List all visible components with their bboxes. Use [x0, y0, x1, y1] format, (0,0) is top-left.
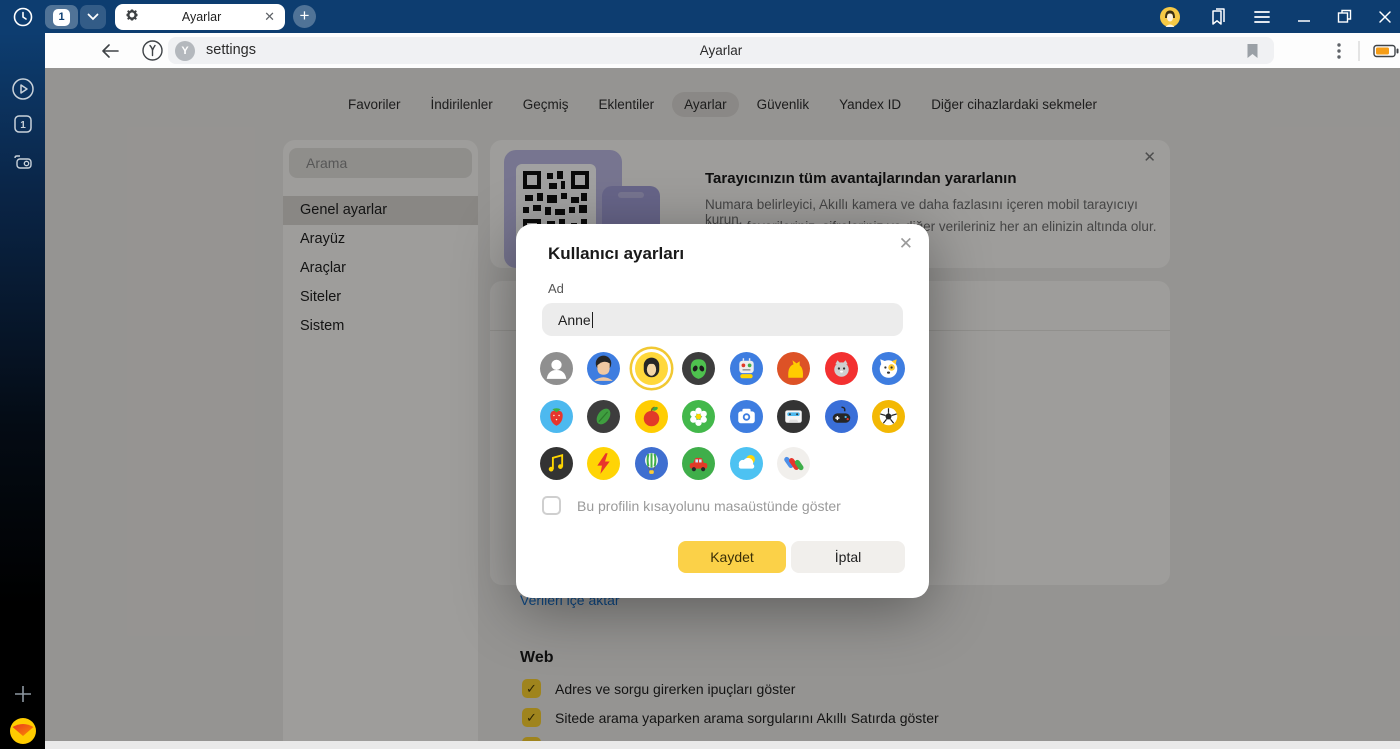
bookmarks-icon[interactable] — [1207, 7, 1227, 27]
avatar-empty-slot — [872, 447, 905, 480]
browser-tab-ayarlar[interactable]: Ayarlar ✕ — [115, 4, 285, 30]
avatar-weather-icon[interactable] — [730, 447, 763, 480]
avatar-man-icon[interactable] — [587, 352, 620, 385]
shortcut-checkbox[interactable] — [542, 496, 561, 515]
new-tab-button[interactable]: + — [293, 5, 316, 28]
tab-group-chevron[interactable] — [80, 5, 106, 29]
profile-avatar[interactable] — [1159, 6, 1181, 28]
avatar-strawberry-icon[interactable] — [540, 400, 573, 433]
yandex-browser-logo[interactable] — [0, 717, 45, 745]
restore-button[interactable] — [1337, 9, 1352, 24]
bookmark-flag-icon[interactable] — [1242, 37, 1262, 64]
video-play-icon[interactable] — [0, 77, 45, 101]
toolbar-divider — [1358, 33, 1360, 68]
avatar-cat-red-icon[interactable] — [825, 352, 858, 385]
svg-text:1: 1 — [20, 120, 26, 131]
save-button[interactable]: Kaydet — [678, 541, 786, 573]
tab-count-badge: 1 — [53, 9, 70, 26]
tab-group-control[interactable]: 1 — [45, 5, 106, 29]
desktop-shortcut-option[interactable]: Bu profilin kısayolunu masaüstünde göste… — [542, 496, 841, 515]
avatar-empty-slot — [825, 447, 858, 480]
avatar-car-icon[interactable] — [682, 447, 715, 480]
avatar-camera-icon[interactable] — [730, 400, 763, 433]
avatar-gamepad-icon[interactable] — [825, 400, 858, 433]
browser-window: 1 Ayarlar ✕ + — [0, 0, 1400, 749]
window-bottom-edge — [45, 741, 1400, 749]
name-field-label: Ad — [548, 281, 564, 296]
left-rail: 1 — [0, 33, 45, 749]
cancel-button[interactable]: İptal — [791, 541, 905, 573]
menu-icon[interactable] — [1253, 10, 1271, 24]
user-settings-modal: ✕ Kullanıcı ayarları Ad Anne Bu profilin… — [516, 224, 929, 598]
close-button[interactable] — [1378, 10, 1392, 24]
tab-counter[interactable]: 1 — [45, 5, 78, 29]
avatar-cat-orange-icon[interactable] — [777, 352, 810, 385]
rail-add-icon[interactable] — [0, 684, 45, 704]
avatar-leaf-icon[interactable] — [587, 400, 620, 433]
avatar-flower-icon[interactable] — [682, 400, 715, 433]
avatar-dog-icon[interactable] — [872, 352, 905, 385]
avatar-woman-icon[interactable] — [635, 352, 668, 385]
avatar-robot-icon[interactable] — [730, 352, 763, 385]
yandex-home-icon[interactable] — [139, 33, 165, 68]
shortcut-checkbox-label: Bu profilin kısayolunu masaüstünde göste… — [577, 498, 841, 514]
avatar-cassette-icon[interactable] — [777, 400, 810, 433]
text-caret — [592, 312, 593, 328]
battery-icon[interactable] — [1371, 33, 1400, 68]
modal-close-icon[interactable]: ✕ — [899, 234, 913, 254]
titlebar: 1 Ayarlar ✕ + — [0, 0, 1400, 33]
toolbar-more-icon[interactable] — [1329, 33, 1349, 68]
address-bar[interactable]: Y settings Ayarlar — [168, 37, 1274, 64]
name-input[interactable]: Anne — [542, 303, 903, 336]
tabs-panel-icon[interactable]: 1 — [0, 113, 45, 135]
avatar-football-icon[interactable] — [872, 400, 905, 433]
name-value: Anne — [558, 312, 591, 328]
omnibox-page-title: Ayarlar — [168, 43, 1274, 58]
gear-icon — [125, 8, 139, 27]
avatar-pills-icon[interactable] — [777, 447, 810, 480]
history-clock-icon[interactable] — [10, 4, 35, 29]
toolbar: Y settings Ayarlar — [45, 33, 1400, 68]
tab-close-icon[interactable]: ✕ — [264, 9, 275, 25]
tab-title: Ayarlar — [139, 10, 264, 24]
titlebar-right-controls — [1159, 0, 1392, 33]
back-icon[interactable] — [97, 33, 123, 68]
avatar-alien-icon[interactable] — [682, 352, 715, 385]
avatar-music-icon[interactable] — [540, 447, 573, 480]
avatar-person-silhouette-icon[interactable] — [540, 352, 573, 385]
avatar-apple-icon[interactable] — [635, 400, 668, 433]
avatar-lightning-icon[interactable] — [587, 447, 620, 480]
screenshot-icon[interactable] — [0, 150, 45, 172]
avatar-balloon-icon[interactable] — [635, 447, 668, 480]
minimize-button[interactable] — [1297, 10, 1311, 24]
modal-title: Kullanıcı ayarları — [548, 244, 684, 264]
avatar-grid — [540, 352, 905, 495]
